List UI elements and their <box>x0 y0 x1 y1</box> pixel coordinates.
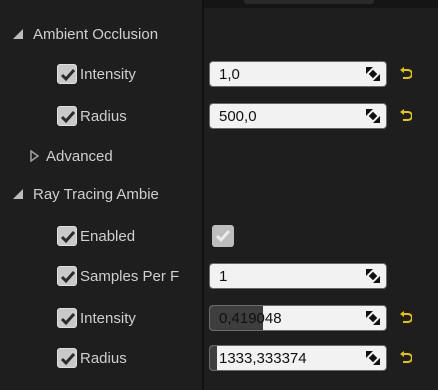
subsection-advanced[interactable]: Advanced <box>0 138 438 174</box>
radius-field[interactable]: 500,0 <box>209 103 387 129</box>
name-cell: Advanced <box>0 138 202 174</box>
field-value: 1333,333374 <box>219 349 307 367</box>
checkmark-icon <box>215 230 231 243</box>
override-checkbox[interactable] <box>57 348 77 368</box>
details-panel: Ambient Occlusion Intensity 1,0 Radius 5… <box>0 0 438 390</box>
name-cell: Radius <box>0 96 202 136</box>
section-title: Ambient Occlusion <box>33 25 159 43</box>
intensity-field[interactable]: 1,0 <box>209 61 387 87</box>
collapse-arrow-icon[interactable] <box>13 189 23 199</box>
override-checkbox[interactable] <box>57 308 77 328</box>
name-cell: Samples Per F <box>0 256 202 296</box>
checkmark-icon <box>60 271 76 284</box>
reset-to-default-icon[interactable] <box>400 351 412 365</box>
field-value: 1 <box>219 267 228 285</box>
drag-spinner-icon[interactable] <box>366 351 380 365</box>
checkmark-icon <box>60 111 76 124</box>
section-ambient-occlusion[interactable]: Ambient Occlusion <box>0 16 438 52</box>
rt-radius-field[interactable]: 1333,333374 <box>209 345 387 371</box>
section-title: Ray Tracing Ambie <box>33 185 159 203</box>
header-notch <box>244 0 374 4</box>
property-label: Radius <box>80 107 127 125</box>
property-row-rt-radius: Radius 1333,333374 <box>0 338 438 378</box>
name-cell: Enabled <box>0 216 202 256</box>
override-checkbox[interactable] <box>57 226 77 246</box>
reset-to-default-icon[interactable] <box>400 67 412 81</box>
property-row-samples: Samples Per F 1 <box>0 256 438 296</box>
name-cell: Intensity <box>0 298 202 338</box>
name-cell: Ray Tracing Ambie <box>0 176 202 212</box>
checkmark-icon <box>60 353 76 366</box>
slider-fill <box>210 346 218 370</box>
drag-spinner-icon[interactable] <box>366 67 380 81</box>
drag-spinner-icon[interactable] <box>366 269 380 283</box>
enabled-checkbox[interactable] <box>212 225 234 247</box>
override-checkbox[interactable] <box>57 106 77 126</box>
property-label: Intensity <box>80 65 136 83</box>
collapse-arrow-icon[interactable] <box>13 29 23 39</box>
property-label: Radius <box>80 349 127 367</box>
subsection-title: Advanced <box>46 147 113 165</box>
field-value: 1,0 <box>219 65 240 83</box>
property-row-rt-intensity: Intensity 0,419048 <box>0 298 438 338</box>
override-checkbox[interactable] <box>57 266 77 286</box>
property-row-ao-intensity: Intensity 1,0 <box>0 54 438 94</box>
rt-intensity-field[interactable]: 0,419048 <box>209 305 387 331</box>
property-row-ao-radius: Radius 500,0 <box>0 96 438 136</box>
expand-arrow-icon[interactable] <box>30 150 39 162</box>
drag-spinner-icon[interactable] <box>366 109 380 123</box>
drag-spinner-icon[interactable] <box>366 311 380 325</box>
property-label: Intensity <box>80 309 136 327</box>
property-label: Enabled <box>80 227 136 245</box>
reset-to-default-icon[interactable] <box>400 109 412 123</box>
reset-to-default-icon[interactable] <box>400 311 412 325</box>
checkmark-icon <box>60 69 76 82</box>
override-checkbox[interactable] <box>57 64 77 84</box>
checkmark-icon <box>60 231 76 244</box>
name-cell: Radius <box>0 338 202 378</box>
scroll-header <box>204 0 438 8</box>
checkmark-icon <box>60 313 76 326</box>
property-row-enabled: Enabled <box>0 216 438 256</box>
samples-field[interactable]: 1 <box>209 263 387 289</box>
field-value: 500,0 <box>219 107 257 125</box>
section-ray-tracing-ao[interactable]: Ray Tracing Ambie <box>0 176 438 212</box>
name-cell: Ambient Occlusion <box>0 16 202 52</box>
name-cell: Intensity <box>0 54 202 94</box>
property-label: Samples Per F <box>80 267 180 285</box>
field-value: 0,419048 <box>219 309 282 327</box>
